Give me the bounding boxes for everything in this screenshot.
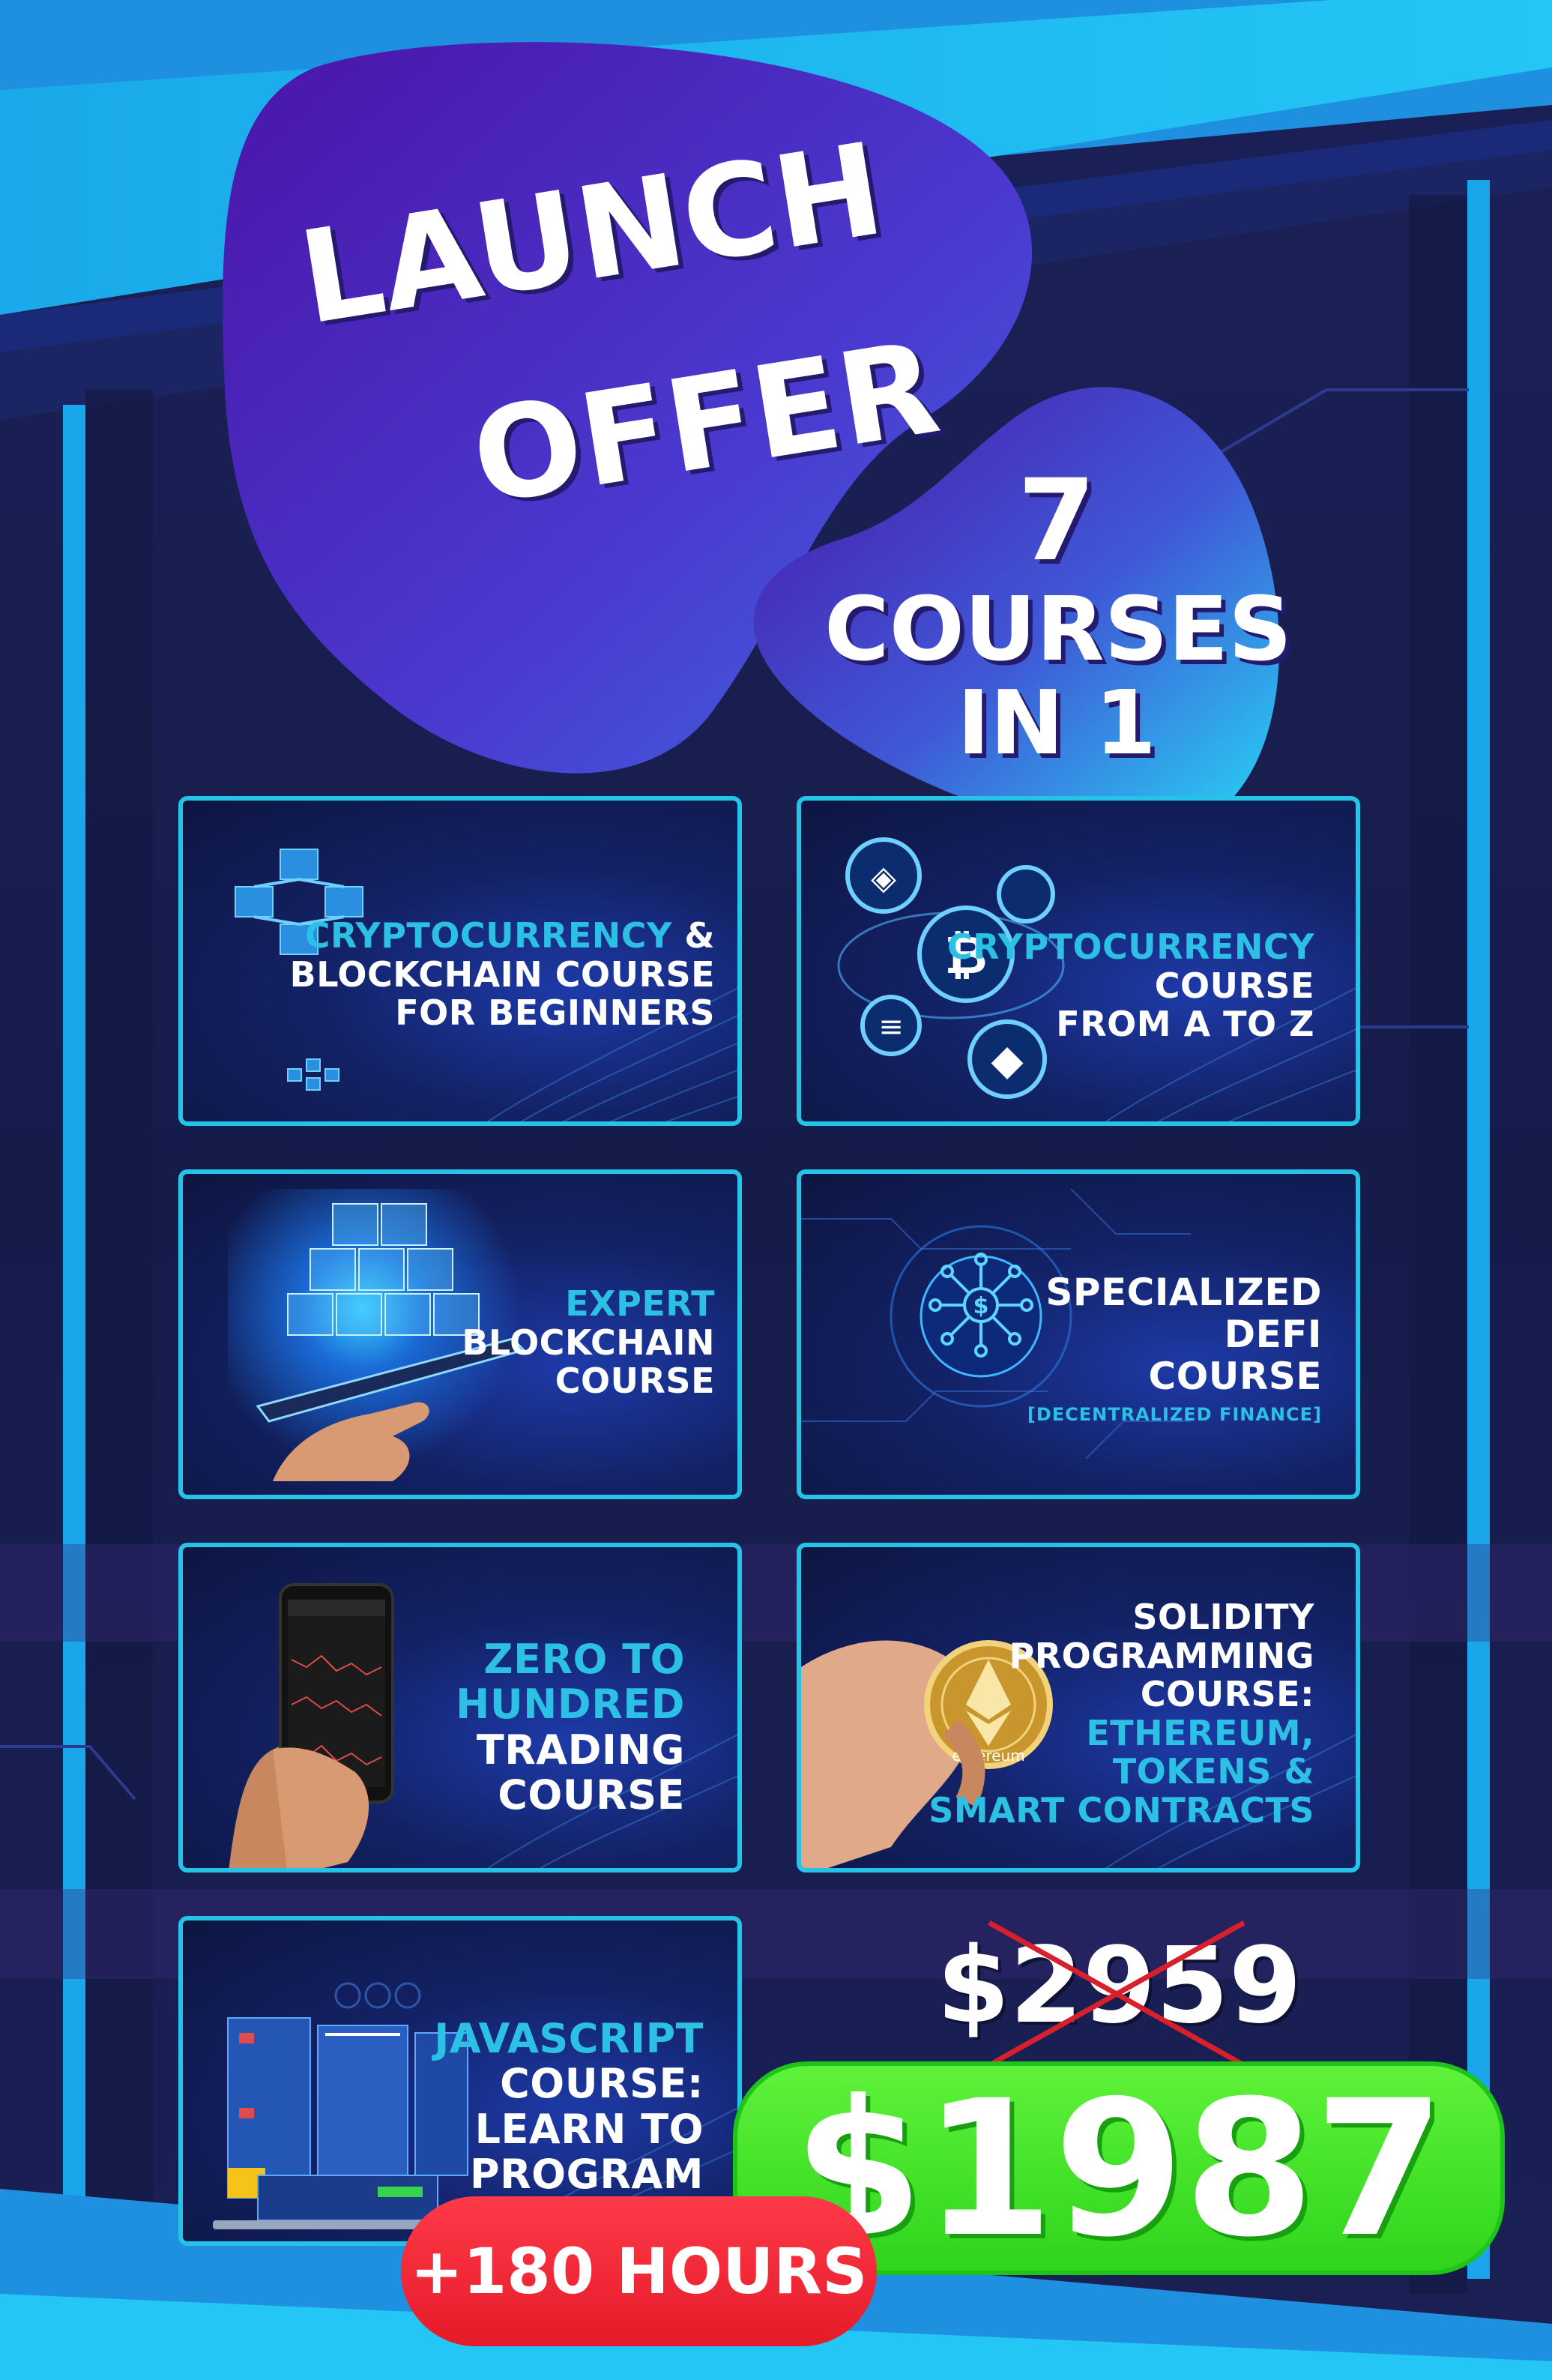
defi-network-icon: $ (929, 1253, 1033, 1358)
course-title: SPECIALIZED DEFI COURSE [DECENTRALIZED F… (1027, 1271, 1322, 1425)
hours-label: +180 HOURS (410, 2235, 868, 2308)
course-card-crypto-blockchain-beginners[interactable]: CRYPTOCURRENCY & BLOCKCHAIN COURSE FOR B… (178, 796, 742, 1126)
course-title: CRYPTOCURRENCY COURSE FROM A TO Z (946, 927, 1314, 1045)
course-title: SOLIDITY PROGRAMMING COURSE: ETHEREUM, T… (929, 1597, 1314, 1831)
svg-text:$: $ (973, 1293, 989, 1319)
course-title: EXPERT BLOCKCHAIN COURSE (462, 1283, 715, 1402)
badge-number: 7 (1017, 456, 1096, 586)
strikethrough-cross-icon (988, 1920, 1245, 2068)
svg-text:◈: ◈ (871, 859, 896, 897)
course-title: ZERO TO HUNDRED TRADING COURSE (456, 1636, 685, 1819)
course-card-defi[interactable]: $ SPECIALIZED DEFI COURSE [DECENTRALIZED… (797, 1169, 1360, 1499)
course-title: CRYPTOCURRENCY & BLOCKCHAIN COURSE FOR B… (289, 915, 715, 1034)
badge-line-2: COURSES (824, 577, 1293, 681)
course-card-solidity[interactable]: ethereum SOLIDITY PROGRAMMING COURSE: ET… (797, 1543, 1360, 1873)
course-subtitle: [DECENTRALIZED FINANCE] (1027, 1404, 1322, 1425)
course-title: JAVASCRIPT COURSE: LEARN TO PROGRAM (434, 2015, 704, 2199)
badge-line-3: IN 1 (957, 671, 1156, 774)
course-card-zero-to-hundred-trading[interactable]: ZERO TO HUNDRED TRADING COURSE (178, 1543, 742, 1873)
course-card-crypto-a-to-z[interactable]: ₿ ◈ ◆ ≡ CRYPTOCURRENCY COURSE FROM A TO … (797, 796, 1360, 1126)
svg-text:≡: ≡ (878, 1010, 904, 1044)
hours-badge: +180 HOURS (401, 2196, 877, 2346)
small-cubes-icon (287, 1058, 339, 1091)
phone-hand-graphic (229, 1583, 394, 1868)
course-card-expert-blockchain[interactable]: EXPERT BLOCKCHAIN COURSE (178, 1169, 742, 1499)
